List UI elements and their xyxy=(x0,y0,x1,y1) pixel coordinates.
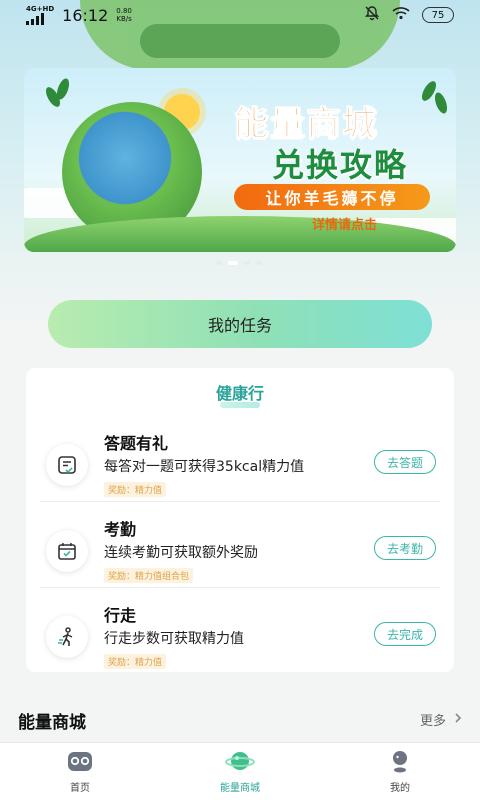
profile-icon xyxy=(387,749,413,777)
task-name: 答题有礼 xyxy=(104,434,169,453)
task-reward-badge: 奖励：精力值组合包 xyxy=(104,568,194,583)
task-name: 行走 xyxy=(104,606,137,625)
carousel-indicator xyxy=(216,261,262,265)
calendar-icon xyxy=(46,530,88,572)
leaf-decoration xyxy=(432,90,450,116)
carousel-dot xyxy=(216,261,222,265)
banner-slogan: 让你羊毛薅不停 xyxy=(234,184,430,210)
battery-icon: 75 xyxy=(422,7,454,23)
wifi-icon xyxy=(392,6,410,24)
task-desc: 行走步数可获取精力值 xyxy=(104,631,244,647)
my-tasks-button[interactable]: 我的任务 xyxy=(48,300,432,348)
tab-home[interactable]: 首页 xyxy=(0,743,160,800)
net-speed-unit: KB/s xyxy=(116,15,132,23)
status-time: 16:12 xyxy=(62,5,109,25)
leaf-decoration xyxy=(54,76,72,102)
battery-level: 75 xyxy=(431,9,445,21)
task-desc: 连续考勤可获取额外奖励 xyxy=(104,545,258,561)
carousel-dot-active xyxy=(228,261,238,265)
signal-icon xyxy=(26,13,44,25)
task-card: 健康行 答题有礼 每答对一题可获得35kcal精力值 奖励：精力值 去答题 考勤… xyxy=(26,368,454,672)
tab-profile[interactable]: 我的 xyxy=(320,743,480,800)
mute-icon xyxy=(364,5,380,25)
quiz-icon xyxy=(46,444,88,486)
bottom-tab-bar: 首页 能量商城 我的 xyxy=(0,742,480,800)
planet-icon xyxy=(225,749,255,777)
task-reward-badge: 奖励：精力值 xyxy=(104,482,167,497)
task-desc: 每答对一题可获得35kcal精力值 xyxy=(104,459,305,475)
net-speed-value: 0.80 xyxy=(116,7,132,15)
section-title: 能量商城 xyxy=(18,713,86,733)
banner-detail-link[interactable]: 详情请点击 xyxy=(312,214,377,233)
tab-energy-mall[interactable]: 能量商城 xyxy=(160,743,320,800)
carousel-dot xyxy=(256,261,262,265)
status-bar: 4G+HD 16:12 0.80 KB/s 75 xyxy=(0,0,480,30)
task-reward-badge: 奖励：精力值 xyxy=(104,654,167,669)
tab-label: 我的 xyxy=(390,783,410,794)
card-title: 健康行 xyxy=(215,384,264,403)
walk-complete-button[interactable]: 去完成 xyxy=(374,622,436,646)
carousel-dot xyxy=(244,261,250,265)
walking-icon xyxy=(46,616,88,658)
network-type: 4G+HD xyxy=(26,5,55,13)
promo-banner[interactable]: 能量商城 兑换攻略 让你羊毛薅不停 详情请点击 xyxy=(24,68,456,252)
quiz-button[interactable]: 去答题 xyxy=(374,450,436,474)
home-icon xyxy=(66,749,94,777)
banner-subtitle: 兑换攻略 xyxy=(272,146,409,184)
task-item: 行走 行走步数可获取精力值 奖励：精力值 去完成 xyxy=(26,588,454,674)
tab-label: 能量商城 xyxy=(220,783,260,794)
task-name: 考勤 xyxy=(104,520,137,539)
more-label: 更多 xyxy=(419,714,446,729)
more-link[interactable]: 更多 xyxy=(420,710,462,729)
attendance-button[interactable]: 去考勤 xyxy=(374,536,436,560)
task-item: 答题有礼 每答对一题可获得35kcal精力值 奖励：精力值 去答题 xyxy=(26,416,454,502)
banner-title: 能量商城 xyxy=(234,104,378,145)
chevron-right-icon xyxy=(454,712,462,728)
tab-label: 首页 xyxy=(70,783,90,794)
task-item: 考勤 连续考勤可获取额外奖励 奖励：精力值组合包 去考勤 xyxy=(26,502,454,588)
